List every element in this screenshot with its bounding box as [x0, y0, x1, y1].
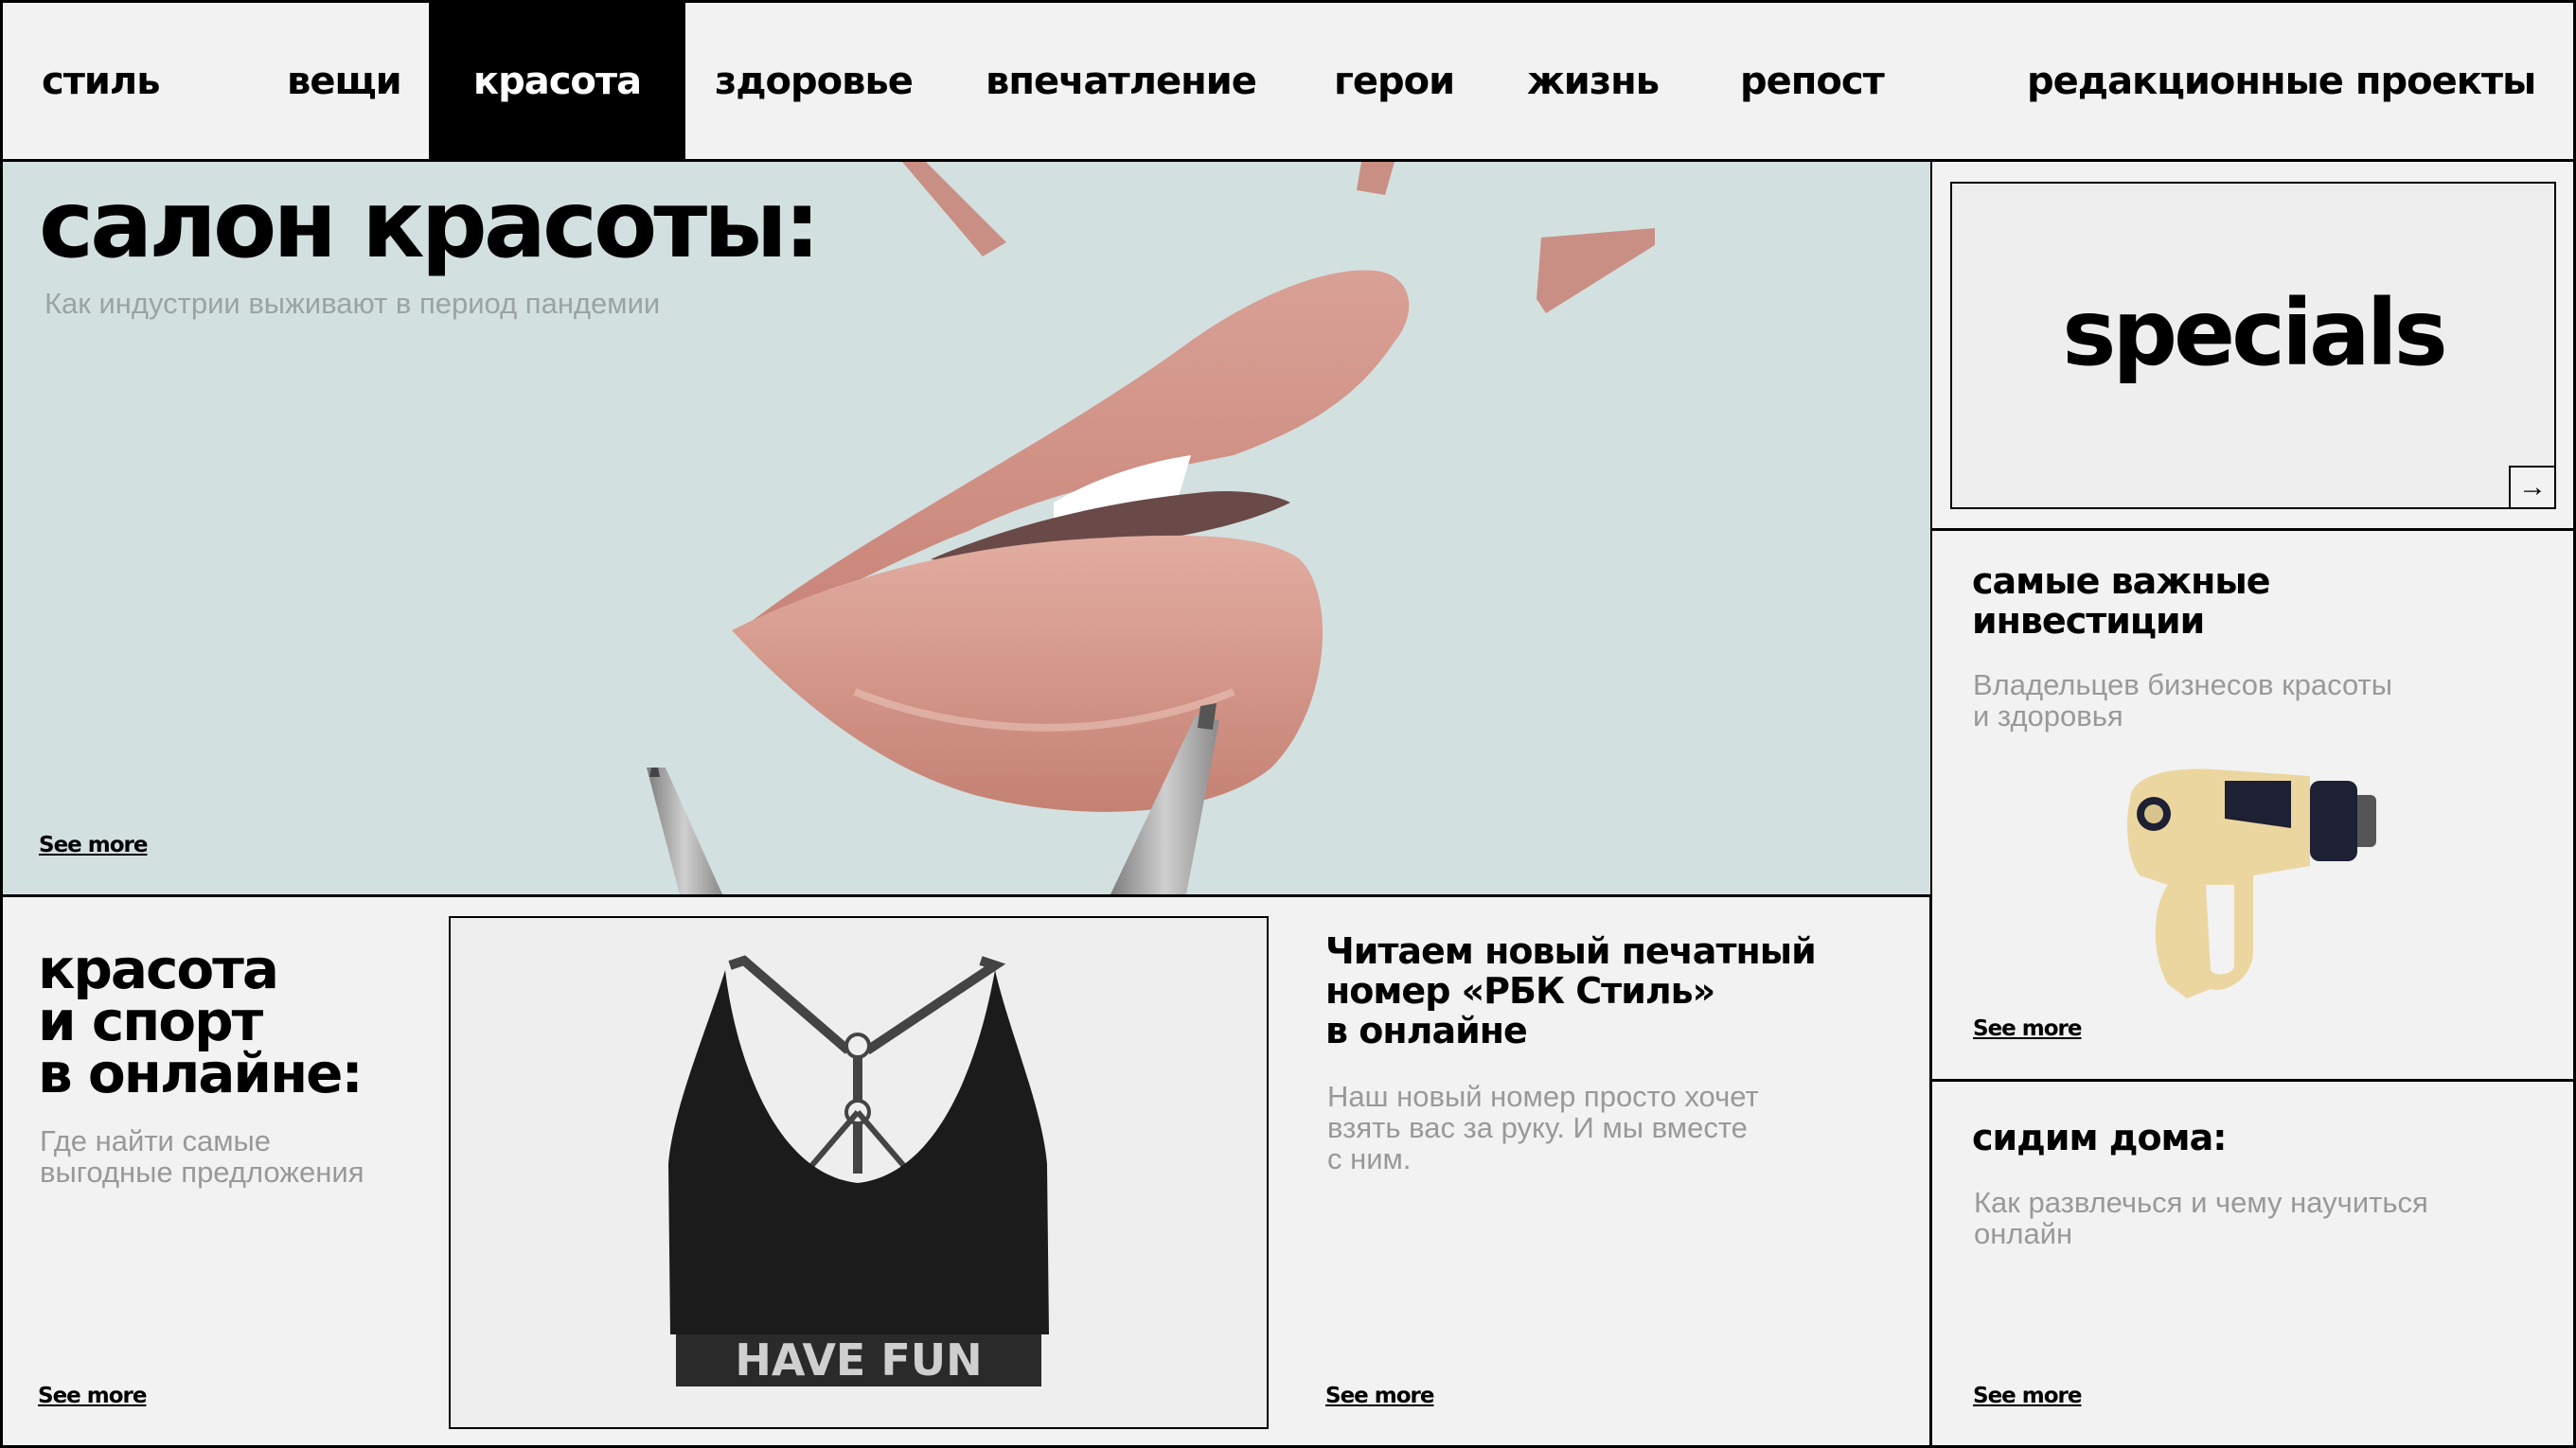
magazine-title: Читаем новый печатный номер «РБК Стиль» …	[1325, 930, 1817, 1051]
nav-item-health[interactable]: здоровье	[715, 0, 914, 159]
nav-item-heroes[interactable]: герои	[1334, 0, 1455, 159]
magazine-see-more-link[interactable]: See more	[1325, 1384, 1434, 1408]
investments-see-more-link[interactable]: See more	[1973, 1016, 2082, 1041]
hero-subtitle: Как индустрии выживают в период пандемии	[44, 287, 661, 320]
sport-title: красота и спорт в онлайне:	[38, 937, 364, 1106]
home-subtitle: Как развлечься и чему научиться онлайн	[1974, 1186, 2428, 1250]
home-title: сидим дома:	[1972, 1117, 2227, 1158]
sport-see-more-link[interactable]: See more	[38, 1384, 147, 1408]
nav-item-editorial-projects[interactable]: редакционные проекты	[2027, 0, 2536, 159]
sport-subtitle: Где найти самые выгодные предложения	[40, 1124, 364, 1189]
nav-item-life[interactable]: жизнь	[1527, 0, 1660, 159]
hero-see-more-link[interactable]: See more	[39, 833, 148, 857]
nav-item-style[interactable]: стиль	[42, 0, 161, 159]
home-see-more-link[interactable]: See more	[1973, 1384, 2082, 1408]
specials-card[interactable]: specials →	[1950, 182, 2556, 509]
specials-title: specials	[2062, 280, 2448, 386]
divider-hero-bottom	[0, 894, 1931, 897]
investments-subtitle: Владельцев бизнесов красоты и здоровья	[1973, 668, 2393, 733]
sports-bra-image[interactable]: HAVE FUN	[449, 916, 1269, 1429]
magazine-subtitle: Наш новый номер просто хочет взять вас з…	[1327, 1080, 1759, 1175]
main-nav: стиль вещи красота здоровье впечатление …	[0, 0, 2576, 162]
hero-title: салон красоты:	[39, 171, 821, 279]
nav-item-things[interactable]: вещи	[287, 0, 402, 159]
heat-gun-image	[2127, 768, 2376, 998]
hero-section[interactable]: салон красоты: Как индустрии выживают в …	[3, 162, 1930, 894]
nav-item-repost[interactable]: репост	[1740, 0, 1885, 159]
arrow-right-icon[interactable]: →	[2509, 466, 2556, 509]
nav-item-impressions[interactable]: впечатление	[986, 0, 1257, 159]
divider-specials-bottom	[1929, 528, 2576, 531]
sports-bra-illustration: HAVE FUN	[668, 955, 1049, 1386]
investments-title: самые важные инвестиции	[1972, 560, 2270, 642]
bra-print-text: HAVE FUN	[735, 1334, 982, 1386]
nav-item-beauty[interactable]: красота	[429, 0, 685, 159]
divider-investments-bottom	[1929, 1079, 2576, 1082]
